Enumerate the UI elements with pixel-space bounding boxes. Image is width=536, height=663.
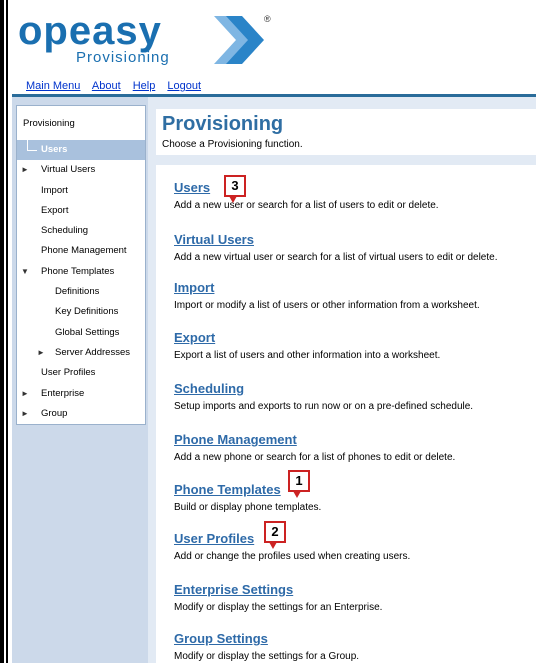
tree-line <box>27 140 29 150</box>
virtual-users-link[interactable]: Virtual Users <box>174 232 254 247</box>
top-nav: Main Menu About Help Logout <box>26 80 210 92</box>
entry-phone-management: Phone Management Add a new phone or sear… <box>174 431 536 463</box>
sidebar-item-label: Group <box>41 407 68 419</box>
export-link[interactable]: Export <box>174 330 215 345</box>
page-title: Provisioning <box>162 113 284 135</box>
entry-export: Export Export a list of users and other … <box>174 329 536 361</box>
expand-right-icon[interactable]: ► <box>21 404 29 424</box>
expand-right-icon[interactable]: ► <box>21 160 29 180</box>
sidebar-item-key-definitions[interactable]: Key Definitions <box>17 302 145 322</box>
tree-line <box>27 150 37 152</box>
sidebar-item-label: Import <box>41 184 68 196</box>
sidebar-item-export[interactable]: Export <box>17 201 145 221</box>
phone-management-desc: Add a new phone or search for a list of … <box>174 452 456 463</box>
entry-user-profiles: User Profiles Add or change the profiles… <box>174 530 536 562</box>
nav-logout[interactable]: Logout <box>167 80 201 92</box>
main-panel: Provisioning Choose a Provisioning funct… <box>148 97 536 663</box>
sidebar-item-label: Users <box>41 144 68 155</box>
sidebar-item-import[interactable]: Import <box>17 181 145 201</box>
expand-down-icon[interactable]: ▼ <box>21 262 29 282</box>
sidebar-item-phone-management[interactable]: Phone Management <box>17 241 145 261</box>
phone-templates-link[interactable]: Phone Templates <box>174 482 281 497</box>
enterprise-settings-link[interactable]: Enterprise Settings <box>174 582 293 597</box>
expand-right-icon[interactable]: ► <box>21 384 29 404</box>
group-settings-desc: Modify or display the settings for a Gro… <box>174 651 360 662</box>
callout-1: 1 <box>288 470 310 498</box>
header: opeasy Provisioning ® Main Menu About He… <box>12 0 536 94</box>
sidebar-item-users[interactable]: Users <box>17 140 145 161</box>
sidebar-item-label: Export <box>41 204 69 216</box>
sidebar-item-label: Phone Management <box>41 245 127 257</box>
sidebar-item-label: Enterprise <box>41 387 85 399</box>
phone-management-link[interactable]: Phone Management <box>174 432 297 447</box>
function-list: Users Add a new user or search for a lis… <box>156 165 536 663</box>
callout-2: 2 <box>264 521 286 549</box>
callout-3: 3 <box>224 175 246 203</box>
phone-templates-desc: Build or display phone templates. <box>174 502 322 513</box>
window-border-inner <box>6 0 8 663</box>
sidebar-item-server-addresses[interactable]: ► Server Addresses <box>17 343 145 363</box>
entry-scheduling: Scheduling Setup imports and exports to … <box>174 380 536 412</box>
sidebar-item-phone-templates[interactable]: ▼ Phone Templates <box>17 262 145 282</box>
sidebar-item-virtual-users[interactable]: ► Virtual Users <box>17 160 145 180</box>
sidebar-item-enterprise[interactable]: ► Enterprise <box>17 384 145 404</box>
sidebar-item-user-profiles[interactable]: User Profiles <box>17 363 145 383</box>
sidebar-item-label: Global Settings <box>55 326 120 338</box>
enterprise-settings-desc: Modify or display the settings for an En… <box>174 602 383 613</box>
sidebar-item-global-settings[interactable]: Global Settings <box>17 323 145 343</box>
sidebar-item-label: Virtual Users <box>41 164 96 176</box>
sidebar-item-label: Definitions <box>55 286 100 298</box>
sidebar-item-label: Key Definitions <box>55 306 119 318</box>
users-link[interactable]: Users <box>174 180 210 195</box>
export-desc: Export a list of users and other informa… <box>174 350 441 361</box>
logo-text: opeasy <box>18 10 162 53</box>
sidebar: Provisioning Users ► Virtual Users Import Ex… <box>12 97 148 663</box>
opeasy-logo: opeasy Provisioning ® <box>18 10 271 66</box>
user-profiles-link[interactable]: User Profiles <box>174 531 254 546</box>
sidebar-item-definitions[interactable]: Definitions <box>17 282 145 302</box>
entry-group-settings: Group Settings Modify or display the set… <box>174 630 536 662</box>
nav-help[interactable]: Help <box>133 80 156 92</box>
sidebar-item-group[interactable]: ► Group <box>17 404 145 424</box>
import-link[interactable]: Import <box>174 280 214 295</box>
scheduling-link[interactable]: Scheduling <box>174 381 244 396</box>
entry-import: Import Import or modify a list of users … <box>174 279 536 311</box>
group-settings-link[interactable]: Group Settings <box>174 631 268 646</box>
page-subtitle: Choose a Provisioning function. <box>162 139 303 150</box>
expand-right-icon[interactable]: ► <box>37 343 45 363</box>
sidebar-item-scheduling[interactable]: Scheduling <box>17 221 145 241</box>
sidebar-item-label: Phone Templates <box>41 265 115 277</box>
sidebar-item-label: Scheduling <box>41 225 89 237</box>
title-box: Provisioning Choose a Provisioning funct… <box>156 109 536 155</box>
virtual-users-desc: Add a new virtual user or search for a l… <box>174 252 498 263</box>
user-profiles-desc: Add or change the profiles used when cre… <box>174 551 411 562</box>
scheduling-desc: Setup imports and exports to run now or … <box>174 401 474 412</box>
sidebar-menu: Provisioning Users ► Virtual Users Import Ex… <box>16 105 146 425</box>
import-desc: Import or modify a list of users or othe… <box>174 300 480 311</box>
entry-virtual-users: Virtual Users Add a new virtual user or … <box>174 231 536 263</box>
logo-subtext: Provisioning <box>76 49 170 66</box>
sidebar-item-label: Server Addresses <box>55 346 130 358</box>
nav-about[interactable]: About <box>92 80 121 92</box>
logo-registered-mark: ® <box>264 14 271 24</box>
sidebar-heading: Provisioning <box>23 118 75 129</box>
sidebar-item-label: User Profiles <box>41 367 96 379</box>
nav-main-menu[interactable]: Main Menu <box>26 80 80 92</box>
entry-phone-templates: Phone Templates Build or display phone t… <box>174 481 536 513</box>
window-border <box>0 0 4 663</box>
entry-enterprise-settings: Enterprise Settings Modify or display th… <box>174 581 536 613</box>
